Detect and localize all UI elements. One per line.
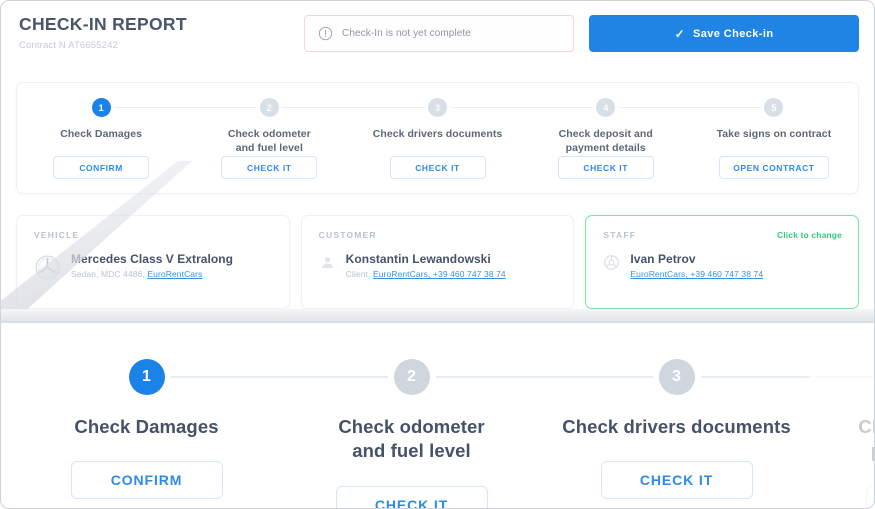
magnified-step-connector-left [279,376,388,378]
step-number-badge: 2 [259,98,279,117]
step-label: Check deposit and payment details [558,128,653,154]
check-in-stepper: 1 Check Damages CONFIRM 2 Check odometer and … [16,82,859,194]
page-title: CHECK-IN REPORT [19,14,187,34]
step-connector-right [282,107,354,108]
magnified-step-label: Check deposit andpayment details [858,416,875,461]
magnified-step-connector-left [809,376,875,378]
magnified-step-number-badge: 2 [393,359,430,395]
org-link[interactable]: EuroRentCars [630,269,685,279]
step-number-badge: 1 [91,98,111,117]
phone-link[interactable]: , +39 460 747 38 74 [685,269,763,279]
phone-link[interactable]: , +39 460 747 38 74 [428,269,506,279]
save-button-label: Save Check-in [693,27,774,40]
step-connector-left [521,107,593,108]
info-card-customer: CUSTOMER Konstantin Lewandowski Client, Eu… [300,215,575,309]
check-icon: ✓ [674,26,686,41]
step-4: 4 Check deposit and payment details CHECK I… [521,83,690,193]
magnified-step-action-button-3[interactable]: CHECK IT [600,461,753,500]
mercedes-star-icon [34,252,61,286]
info-card-body: Mercedes Class V Extralong Sedan, MDC 448… [34,252,273,286]
step-5: 5 Take signs on contract OPEN CONTRACT [689,83,858,193]
magnified-step-label: Check Damages [74,416,219,437]
magnified-step-number-badge: 1 [128,359,165,395]
info-card-meta: EuroRentCars, +39 460 747 38 74 [630,269,763,279]
incomplete-warning-banner: Check-In is not yet complete [304,15,574,52]
info-card-name: Konstantin Lewandowski [345,252,491,266]
step-label: Check odometer and fuel level [227,128,311,154]
info-card-meta: Client, EuroRentCars, +39 460 747 38 74 [345,269,506,279]
save-check-in-button[interactable]: ✓ Save Check-in [589,15,859,52]
info-card-staff[interactable]: STAFF Click to change Ivan Petrov EuroRentC… [585,215,860,309]
step-1: 1 Check Damages CONFIRM [17,83,186,193]
magnified-stepper-region: 1 Check Damages CONFIRM 2 Check odometer and … [0,323,875,509]
step-label: Take signs on contract [716,128,832,140]
step-action-button-4[interactable]: CHECK IT [557,156,654,179]
step-number-badge: 3 [428,98,447,117]
magnified-step-connector-right [435,376,544,378]
step-connector-right [114,107,186,108]
org-link[interactable]: EuroRentCars [373,269,428,279]
magnified-step-label: Check drivers documents [562,416,791,437]
info-card-name: Mercedes Class V Extralong [71,252,234,266]
org-link[interactable]: EuroRentCars [147,269,202,279]
info-card-name: Ivan Petrov [630,252,696,266]
step-number-badge: 4 [596,98,616,117]
step-number-badge: 5 [764,98,784,117]
info-card-vehicle: VEHICLE Mercedes Class V Extralong Sedan, … [16,215,290,309]
magnified-step-action-button-1[interactable]: CONFIRM [70,461,223,500]
info-card-row: VEHICLE Mercedes Class V Extralong Sedan, … [16,215,860,309]
check-in-report-screen: CHECK-IN REPORT Contract N AT6655242 Che… [0,0,875,509]
magnified-step-connector-right [170,376,279,378]
info-card-kicker: VEHICLE [34,230,80,240]
step-label: Check Damages [60,128,142,140]
step-action-button-5[interactable]: OPEN CONTRACT [719,156,829,179]
report-top-region: CHECK-IN REPORT Contract N AT6655242 Che… [0,0,875,322]
step-connector-left [185,107,257,108]
steering-wheel-icon [603,252,620,276]
info-card-text: Ivan Petrov EuroRentCars, +39 460 747 38 … [630,252,763,279]
step-action-button-1[interactable]: CONFIRM [53,156,150,179]
step-connector-right [618,107,690,108]
magnified-step-3: 3 Check drivers documents CHECK IT [544,333,809,509]
step-connector-left [353,107,425,108]
magnified-step-action-button-4[interactable]: CHECK IT [865,485,875,509]
contract-number: Contract N AT6655242 [19,40,118,51]
title-block: CHECK-IN REPORT Contract N AT6655242 [19,13,309,51]
magnified-step-1: 1 Check Damages CONFIRM [14,333,279,509]
magnified-step-number-badge: 3 [658,359,695,395]
magnified-step-4: 4Check deposit andpayment detailsCHECK I… [809,333,875,509]
info-card-kicker: CUSTOMER [318,230,377,240]
magnified-step-connector-right [700,376,809,378]
step-connector-left [689,107,761,108]
info-card-body: Ivan Petrov EuroRentCars, +39 460 747 38 … [603,252,842,279]
magnified-step-2: 2 Check odometer and fuel level CHECK IT [279,333,544,509]
step-label: Check drivers documents [372,128,503,140]
click-to-change-link[interactable]: Click to change [777,230,842,240]
info-card-text: Konstantin Lewandowski Client, EuroRentCa… [346,252,506,279]
exclamation-circle-icon [318,26,333,41]
step-action-button-2[interactable]: CHECK IT [221,156,318,179]
info-card-meta: Sedan, MDC 4486, EuroRentCars [71,269,203,279]
warning-text: Check-In is not yet complete [342,28,471,39]
magnified-step-action-button-2[interactable]: CHECK IT [335,485,488,509]
step-connector-right [450,107,522,108]
person-icon [319,252,336,276]
info-card-text: Mercedes Class V Extralong Sedan, MDC 448… [71,252,233,279]
step-2: 2 Check odometer and fuel level CHECK IT [185,83,354,193]
magnified-step-label: Check odometer and fuel level [338,416,485,462]
step-3: 3 Check drivers documents CHECK IT [353,83,522,193]
step-action-button-3[interactable]: CHECK IT [389,156,486,179]
magnified-step-connector-left [544,376,653,378]
info-card-body: Konstantin Lewandowski Client, EuroRentCa… [319,252,558,279]
